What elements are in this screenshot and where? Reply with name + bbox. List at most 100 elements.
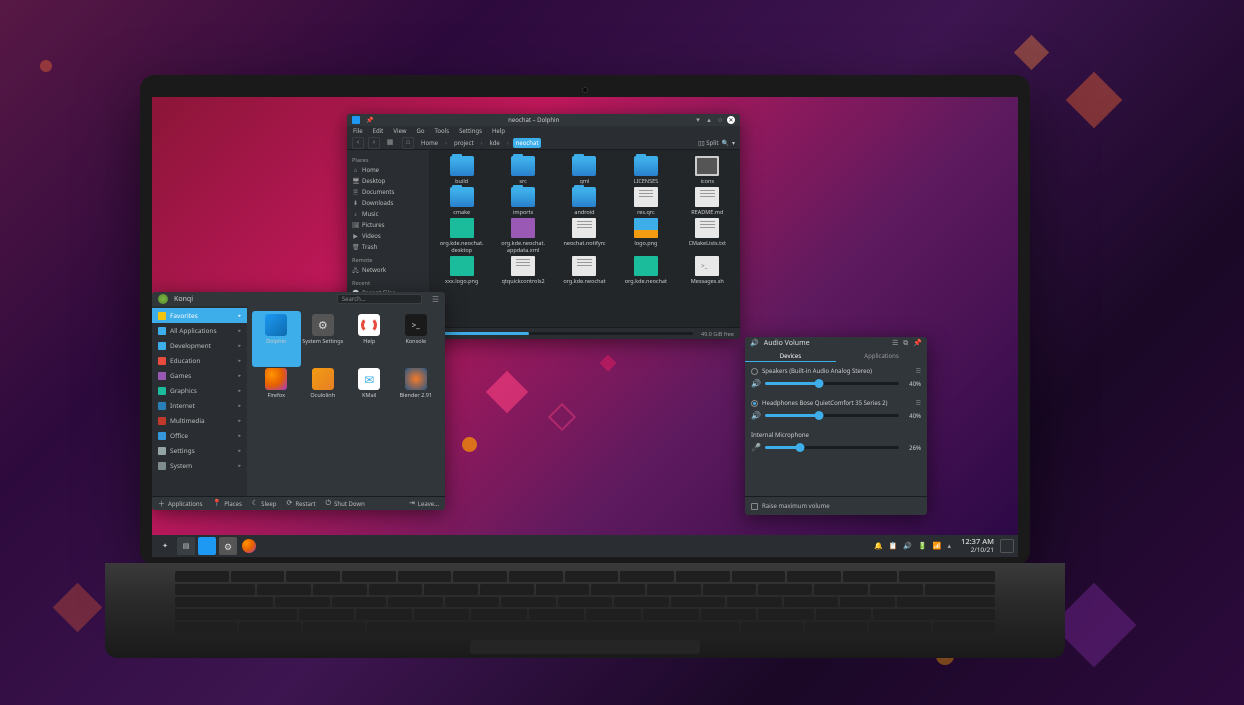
- filter-icon[interactable]: ▾: [732, 139, 735, 147]
- app-item[interactable]: KMail: [348, 368, 391, 418]
- tray-chevron-icon[interactable]: ▴: [948, 542, 952, 551]
- app-launcher-button[interactable]: ✦: [156, 537, 174, 555]
- places-item[interactable]: 🖥Desktop: [352, 176, 424, 187]
- footer-item[interactable]: 📍Places: [212, 499, 241, 508]
- raise-max-checkbox[interactable]: [751, 503, 758, 510]
- more-icon[interactable]: ☰: [916, 399, 921, 407]
- file-item[interactable]: build: [434, 156, 490, 185]
- device-radio[interactable]: [751, 368, 758, 375]
- app-item[interactable]: Konsole: [395, 314, 438, 364]
- show-desktop-button[interactable]: [1000, 539, 1014, 553]
- category-item[interactable]: Office▸: [152, 428, 247, 443]
- places-item[interactable]: ⌂Home: [352, 165, 424, 176]
- file-item[interactable]: org.kde.neochat. appdata.xml: [495, 218, 551, 254]
- home-icon[interactable]: ⌂: [402, 137, 414, 149]
- footer-item[interactable]: ＋Applications: [158, 499, 202, 509]
- mic-slider[interactable]: [765, 446, 899, 449]
- clock[interactable]: 12:37 AM 2/10/21: [961, 538, 994, 554]
- app-item[interactable]: Dolphin: [252, 311, 301, 367]
- speaker-icon[interactable]: 🔊: [751, 410, 761, 421]
- file-item[interactable]: Messages.sh: [679, 256, 735, 285]
- pin-icon[interactable]: 📌: [913, 339, 922, 348]
- volume-slider[interactable]: [765, 414, 899, 417]
- file-item[interactable]: logo.png: [618, 218, 674, 254]
- tab-applications[interactable]: Applications: [836, 350, 927, 362]
- more-icon[interactable]: ☰: [916, 367, 921, 375]
- menu-help[interactable]: Help: [492, 127, 505, 135]
- search-input[interactable]: Search...: [337, 294, 422, 304]
- footer-item[interactable]: ⟳Restart: [286, 499, 315, 508]
- footer-item[interactable]: ⏻Shut Down: [326, 499, 365, 508]
- back-button[interactable]: ‹: [352, 137, 364, 149]
- places-item[interactable]: 🖧Network: [352, 265, 424, 276]
- pin-icon[interactable]: 📌: [366, 116, 373, 124]
- taskbar-dolphin[interactable]: [198, 537, 216, 555]
- app-item[interactable]: Oculolinh: [302, 368, 345, 418]
- file-item[interactable]: icons: [679, 156, 735, 185]
- category-item[interactable]: Multimedia▸: [152, 413, 247, 428]
- category-item[interactable]: Development▸: [152, 338, 247, 353]
- circle-icon[interactable]: ○: [716, 116, 724, 124]
- file-item[interactable]: xxx.logo.png: [434, 256, 490, 285]
- breadcrumb-item[interactable]: kde: [486, 138, 502, 148]
- tray-battery-icon[interactable]: 🔋: [918, 542, 927, 551]
- file-item[interactable]: LICENSES: [618, 156, 674, 185]
- tab-devices[interactable]: Devices: [745, 350, 836, 362]
- taskbar-firefox[interactable]: [240, 537, 258, 555]
- file-item[interactable]: android: [556, 187, 612, 216]
- category-item[interactable]: Graphics▸: [152, 383, 247, 398]
- places-item[interactable]: 🖼Pictures: [352, 220, 424, 231]
- split-button[interactable]: ▯▯ Split: [698, 139, 718, 147]
- app-item[interactable]: Blender 2.91: [395, 368, 438, 418]
- taskbar-settings[interactable]: ⚙: [219, 537, 237, 555]
- file-item[interactable]: org.kde.neochat: [556, 256, 612, 285]
- file-item[interactable]: src: [495, 156, 551, 185]
- file-item[interactable]: org.kde.neochat. desktop: [434, 218, 490, 254]
- file-item[interactable]: README.md: [679, 187, 735, 216]
- mic-icon[interactable]: 🎤: [751, 442, 761, 453]
- file-item[interactable]: cmake: [434, 187, 490, 216]
- file-item[interactable]: imports: [495, 187, 551, 216]
- category-item[interactable]: Internet▸: [152, 398, 247, 413]
- breadcrumb[interactable]: Home› project› kde› neochat: [418, 138, 541, 148]
- file-view[interactable]: buildsrcqmlLICENSESicons cmakeimportsandr…: [429, 150, 740, 327]
- places-item[interactable]: ♪Music: [352, 209, 424, 220]
- file-item[interactable]: qml: [556, 156, 612, 185]
- places-item[interactable]: ⬇Downloads: [352, 198, 424, 209]
- app-item[interactable]: Help: [348, 314, 391, 364]
- search-icon[interactable]: 🔍: [722, 139, 729, 147]
- config-icon[interactable]: ☰: [432, 294, 439, 305]
- file-item[interactable]: qtquickcontrols2: [495, 256, 551, 285]
- breadcrumb-item[interactable]: Home: [418, 138, 441, 148]
- file-item[interactable]: org.kde.neochat: [618, 256, 674, 285]
- config-icon[interactable]: ⧉: [903, 339, 908, 348]
- file-item[interactable]: CMakeLists.txt: [679, 218, 735, 254]
- menu-settings[interactable]: Settings: [459, 127, 482, 135]
- category-item[interactable]: All Applications▸: [152, 323, 247, 338]
- menu-edit[interactable]: Edit: [373, 127, 384, 135]
- menu-tools[interactable]: Tools: [435, 127, 450, 135]
- places-item[interactable]: 🗑Trash: [352, 242, 424, 253]
- tray-clipboard-icon[interactable]: 📋: [889, 542, 898, 551]
- user-avatar-icon[interactable]: [158, 294, 168, 304]
- category-item[interactable]: Games▸: [152, 368, 247, 383]
- task-manager-button[interactable]: ▤: [177, 537, 195, 555]
- places-item[interactable]: ▶Videos: [352, 231, 424, 242]
- app-item[interactable]: System Settings: [302, 314, 345, 364]
- menu-view[interactable]: View: [393, 127, 406, 135]
- category-item[interactable]: System▸: [152, 458, 247, 473]
- view-icons-button[interactable]: ▦: [384, 137, 396, 149]
- tray-notifications-icon[interactable]: 🔔: [874, 542, 883, 551]
- category-item[interactable]: Education▸: [152, 353, 247, 368]
- category-item[interactable]: Settings▸: [152, 443, 247, 458]
- minimize-icon[interactable]: ▾: [694, 116, 702, 124]
- footer-item[interactable]: ☾Sleep: [252, 499, 277, 508]
- maximize-icon[interactable]: ▴: [705, 116, 713, 124]
- forward-button[interactable]: ›: [368, 137, 380, 149]
- speaker-icon[interactable]: 🔊: [751, 378, 761, 389]
- category-item[interactable]: Favorites▸: [152, 308, 247, 323]
- close-icon[interactable]: ✕: [727, 116, 735, 124]
- menu-go[interactable]: Go: [417, 127, 425, 135]
- volume-slider[interactable]: [765, 382, 899, 385]
- breadcrumb-item[interactable]: neochat: [513, 138, 542, 148]
